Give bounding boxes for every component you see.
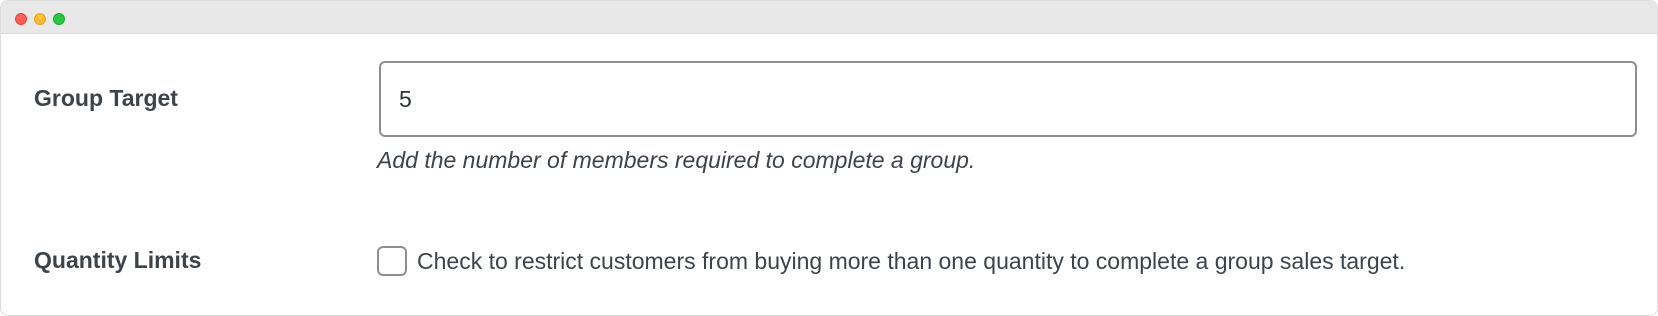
maximize-window-icon[interactable] [53, 13, 65, 25]
quantity-limits-checkbox[interactable] [377, 246, 407, 276]
quantity-limits-label: Quantity Limits [34, 247, 202, 273]
close-window-icon[interactable] [15, 13, 27, 25]
minimize-window-icon[interactable] [34, 13, 46, 25]
group-target-input[interactable] [379, 61, 1637, 137]
group-target-label: Group Target [34, 85, 178, 111]
settings-window: Group Target Add the number of members r… [0, 0, 1658, 316]
group-target-description: Add the number of members required to co… [377, 147, 976, 173]
quantity-limits-checkbox-label[interactable]: Check to restrict customers from buying … [417, 248, 1405, 275]
window-titlebar [1, 1, 1657, 34]
